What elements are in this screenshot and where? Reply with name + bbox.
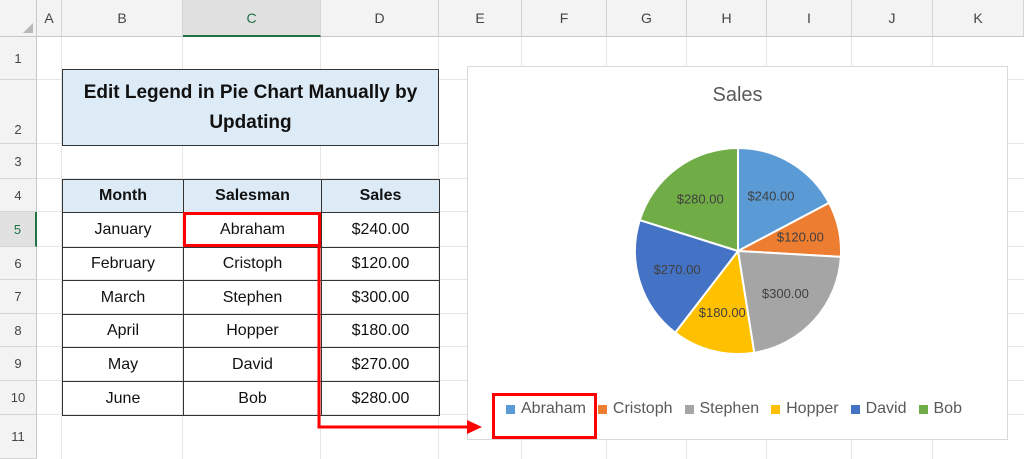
table-header-row: Month Salesman Sales [62,179,440,213]
table-row: May David $270.00 [62,347,440,382]
cell-salesman[interactable]: David [183,347,322,382]
legend-entry-bob[interactable]: Bob [918,400,962,418]
header-sales[interactable]: Sales [321,179,440,213]
pie-plot[interactable]: $240.00 $120.00 $300.00 $180.00 $270.00 $280.… [468,67,1009,441]
sheet-title-cell[interactable]: Edit Legend in Pie Chart Manually by Upd… [62,69,439,146]
column-header-a[interactable]: A [37,0,62,37]
legend-swatch [597,404,607,414]
cell-sales[interactable]: $300.00 [321,280,440,315]
data-label-hopper[interactable]: $180.00 [699,305,746,320]
row-header-4[interactable]: 4 [0,179,37,212]
cell-sales[interactable]: $120.00 [321,247,440,281]
cell-salesman[interactable]: Bob [183,381,322,416]
legend-entry-stephen[interactable]: Stephen [684,400,760,418]
legend-label: Cristoph [612,400,673,417]
column-header-h[interactable]: H [687,0,767,37]
cell-month[interactable]: April [62,314,184,348]
header-month[interactable]: Month [62,179,184,213]
column-header-e[interactable]: E [439,0,522,37]
data-label-cristoph[interactable]: $120.00 [777,229,824,244]
row-header-5[interactable]: 5 [0,212,37,247]
cell-salesman[interactable]: Stephen [183,280,322,315]
table-row: June Bob $280.00 [62,381,440,416]
sheet-title-text: Edit Legend in Pie Chart Manually by Upd… [83,81,418,133]
pie-chart[interactable]: Sales $240.00 $120.00 $300.00 $180.00 $270.0… [467,66,1008,440]
column-header-i[interactable]: I [767,0,852,37]
cell-month[interactable]: January [62,212,184,248]
header-salesman[interactable]: Salesman [183,179,322,213]
cell-salesman[interactable]: Hopper [183,314,322,348]
column-header-b[interactable]: B [62,0,183,37]
cell-sales[interactable]: $270.00 [321,347,440,382]
cell-month[interactable]: March [62,280,184,315]
row-header-6[interactable]: 6 [0,247,37,280]
data-label-stephen[interactable]: $300.00 [762,286,809,301]
column-header-k[interactable]: K [933,0,1024,37]
legend-label: David [865,400,907,417]
legend-swatch [850,404,860,414]
row-header-9[interactable]: 9 [0,347,37,381]
column-header-d[interactable]: D [321,0,439,37]
row-header-10[interactable]: 10 [0,381,37,415]
legend-label: Bob [933,400,962,417]
legend-entry-hopper[interactable]: Hopper [771,400,839,418]
legend-swatch [918,404,928,414]
pie-slice-stephen[interactable] [736,249,842,354]
table-row: March Stephen $300.00 [62,280,440,315]
legend-swatch [684,404,694,414]
column-header-g[interactable]: G [607,0,687,37]
row-header-2[interactable]: 2 [0,80,37,144]
cell-month[interactable]: February [62,247,184,281]
table-row: April Hopper $180.00 [62,314,440,348]
column-header-c[interactable]: C [183,0,321,37]
legend-swatch [771,404,781,414]
data-label-abraham[interactable]: $240.00 [747,188,794,203]
legend-entry-cristoph[interactable]: Cristoph [597,400,673,418]
column-header-j[interactable]: J [852,0,933,37]
data-label-david[interactable]: $270.00 [654,262,701,277]
cell-month[interactable]: May [62,347,184,382]
cell-salesman[interactable]: Cristoph [183,247,322,281]
table-row: February Cristoph $120.00 [62,247,440,281]
row-header-1[interactable]: 1 [0,37,37,80]
column-header-f[interactable]: F [522,0,607,37]
legend-entry-david[interactable]: David [850,400,907,418]
legend-entry-highlight [492,393,597,439]
row-header-11[interactable]: 11 [0,415,37,459]
cell-sales[interactable]: $240.00 [321,212,440,248]
cell-sales[interactable]: $180.00 [321,314,440,348]
legend-label: Hopper [786,400,839,417]
active-cell-highlight [183,212,321,247]
row-header-8[interactable]: 8 [0,314,37,347]
cell-sales[interactable]: $280.00 [321,381,440,416]
row-header-7[interactable]: 7 [0,280,37,314]
data-label-bob[interactable]: $280.00 [677,192,724,207]
cell-month[interactable]: June [62,381,184,416]
row-header-3[interactable]: 3 [0,144,37,179]
select-all-corner[interactable] [0,0,37,37]
legend-label: Stephen [699,400,760,417]
